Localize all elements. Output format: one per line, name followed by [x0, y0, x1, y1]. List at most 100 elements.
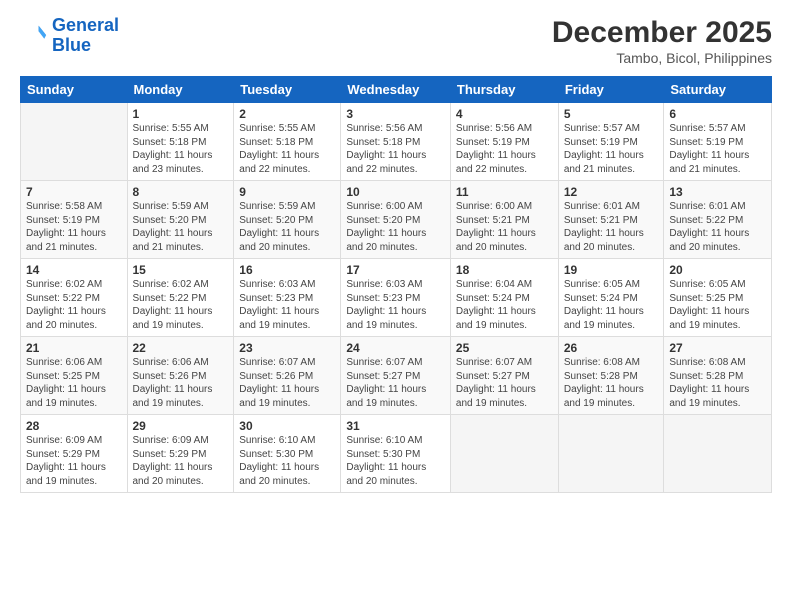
calendar-cell [558, 415, 664, 493]
logo-line2: Blue [52, 35, 91, 55]
day-info: Sunrise: 6:08 AM Sunset: 5:28 PM Dayligh… [669, 356, 766, 410]
calendar-cell: 23Sunrise: 6:07 AM Sunset: 5:26 PM Dayli… [234, 337, 341, 415]
day-number: 11 [456, 185, 553, 199]
day-info: Sunrise: 5:56 AM Sunset: 5:19 PM Dayligh… [456, 122, 553, 176]
day-number: 31 [346, 419, 445, 433]
day-number: 29 [133, 419, 229, 433]
day-info: Sunrise: 6:07 AM Sunset: 5:27 PM Dayligh… [456, 356, 553, 410]
calendar-cell: 15Sunrise: 6:02 AM Sunset: 5:22 PM Dayli… [127, 259, 234, 337]
day-info: Sunrise: 6:02 AM Sunset: 5:22 PM Dayligh… [133, 278, 229, 332]
day-info: Sunrise: 6:07 AM Sunset: 5:26 PM Dayligh… [239, 356, 335, 410]
calendar-cell: 26Sunrise: 6:08 AM Sunset: 5:28 PM Dayli… [558, 337, 664, 415]
day-info: Sunrise: 6:02 AM Sunset: 5:22 PM Dayligh… [26, 278, 122, 332]
calendar-cell: 25Sunrise: 6:07 AM Sunset: 5:27 PM Dayli… [450, 337, 558, 415]
calendar-cell: 8Sunrise: 5:59 AM Sunset: 5:20 PM Daylig… [127, 181, 234, 259]
calendar-cell: 24Sunrise: 6:07 AM Sunset: 5:27 PM Dayli… [341, 337, 451, 415]
subtitle: Tambo, Bicol, Philippines [552, 50, 772, 66]
calendar-cell: 9Sunrise: 5:59 AM Sunset: 5:20 PM Daylig… [234, 181, 341, 259]
calendar-cell: 18Sunrise: 6:04 AM Sunset: 5:24 PM Dayli… [450, 259, 558, 337]
day-number: 3 [346, 107, 445, 121]
main-title: December 2025 [552, 16, 772, 50]
day-number: 9 [239, 185, 335, 199]
day-number: 4 [456, 107, 553, 121]
calendar-cell: 1Sunrise: 5:55 AM Sunset: 5:18 PM Daylig… [127, 103, 234, 181]
calendar-cell: 22Sunrise: 6:06 AM Sunset: 5:26 PM Dayli… [127, 337, 234, 415]
calendar-cell: 5Sunrise: 5:57 AM Sunset: 5:19 PM Daylig… [558, 103, 664, 181]
weekday-header: Monday [127, 77, 234, 103]
calendar-cell: 29Sunrise: 6:09 AM Sunset: 5:29 PM Dayli… [127, 415, 234, 493]
calendar-cell [450, 415, 558, 493]
calendar-week-row: 14Sunrise: 6:02 AM Sunset: 5:22 PM Dayli… [21, 259, 772, 337]
day-number: 5 [564, 107, 659, 121]
logo: General Blue [20, 16, 119, 56]
day-number: 25 [456, 341, 553, 355]
calendar-cell: 28Sunrise: 6:09 AM Sunset: 5:29 PM Dayli… [21, 415, 128, 493]
calendar-cell: 4Sunrise: 5:56 AM Sunset: 5:19 PM Daylig… [450, 103, 558, 181]
weekday-header: Tuesday [234, 77, 341, 103]
day-number: 20 [669, 263, 766, 277]
day-info: Sunrise: 6:10 AM Sunset: 5:30 PM Dayligh… [346, 434, 445, 488]
day-number: 26 [564, 341, 659, 355]
calendar-cell: 6Sunrise: 5:57 AM Sunset: 5:19 PM Daylig… [664, 103, 772, 181]
weekday-header: Wednesday [341, 77, 451, 103]
day-number: 27 [669, 341, 766, 355]
weekday-header: Saturday [664, 77, 772, 103]
day-info: Sunrise: 6:08 AM Sunset: 5:28 PM Dayligh… [564, 356, 659, 410]
calendar-header-row: SundayMondayTuesdayWednesdayThursdayFrid… [21, 77, 772, 103]
day-number: 13 [669, 185, 766, 199]
calendar-cell: 19Sunrise: 6:05 AM Sunset: 5:24 PM Dayli… [558, 259, 664, 337]
day-number: 12 [564, 185, 659, 199]
calendar-cell: 13Sunrise: 6:01 AM Sunset: 5:22 PM Dayli… [664, 181, 772, 259]
day-info: Sunrise: 5:57 AM Sunset: 5:19 PM Dayligh… [564, 122, 659, 176]
day-info: Sunrise: 5:55 AM Sunset: 5:18 PM Dayligh… [239, 122, 335, 176]
day-info: Sunrise: 5:59 AM Sunset: 5:20 PM Dayligh… [239, 200, 335, 254]
logo-text: General Blue [52, 16, 119, 56]
weekday-header: Thursday [450, 77, 558, 103]
day-info: Sunrise: 6:01 AM Sunset: 5:21 PM Dayligh… [564, 200, 659, 254]
day-number: 16 [239, 263, 335, 277]
day-info: Sunrise: 6:00 AM Sunset: 5:21 PM Dayligh… [456, 200, 553, 254]
day-info: Sunrise: 6:07 AM Sunset: 5:27 PM Dayligh… [346, 356, 445, 410]
day-info: Sunrise: 5:55 AM Sunset: 5:18 PM Dayligh… [133, 122, 229, 176]
day-info: Sunrise: 6:09 AM Sunset: 5:29 PM Dayligh… [133, 434, 229, 488]
weekday-header: Friday [558, 77, 664, 103]
calendar-cell [664, 415, 772, 493]
day-info: Sunrise: 6:03 AM Sunset: 5:23 PM Dayligh… [239, 278, 335, 332]
title-area: December 2025 Tambo, Bicol, Philippines [552, 16, 772, 66]
calendar-cell: 3Sunrise: 5:56 AM Sunset: 5:18 PM Daylig… [341, 103, 451, 181]
day-number: 8 [133, 185, 229, 199]
day-info: Sunrise: 6:06 AM Sunset: 5:26 PM Dayligh… [133, 356, 229, 410]
calendar-cell: 30Sunrise: 6:10 AM Sunset: 5:30 PM Dayli… [234, 415, 341, 493]
day-number: 7 [26, 185, 122, 199]
calendar-table: SundayMondayTuesdayWednesdayThursdayFrid… [20, 76, 772, 493]
day-number: 6 [669, 107, 766, 121]
calendar-cell: 7Sunrise: 5:58 AM Sunset: 5:19 PM Daylig… [21, 181, 128, 259]
day-number: 18 [456, 263, 553, 277]
day-number: 30 [239, 419, 335, 433]
calendar-week-row: 28Sunrise: 6:09 AM Sunset: 5:29 PM Dayli… [21, 415, 772, 493]
day-info: Sunrise: 5:58 AM Sunset: 5:19 PM Dayligh… [26, 200, 122, 254]
day-number: 22 [133, 341, 229, 355]
calendar-cell: 2Sunrise: 5:55 AM Sunset: 5:18 PM Daylig… [234, 103, 341, 181]
page: General Blue December 2025 Tambo, Bicol,… [0, 0, 792, 612]
day-number: 14 [26, 263, 122, 277]
logo-icon [20, 22, 48, 50]
calendar-cell: 20Sunrise: 6:05 AM Sunset: 5:25 PM Dayli… [664, 259, 772, 337]
calendar-week-row: 1Sunrise: 5:55 AM Sunset: 5:18 PM Daylig… [21, 103, 772, 181]
logo-line1: General [52, 15, 119, 35]
day-number: 23 [239, 341, 335, 355]
calendar-cell [21, 103, 128, 181]
header: General Blue December 2025 Tambo, Bicol,… [20, 16, 772, 66]
day-info: Sunrise: 6:03 AM Sunset: 5:23 PM Dayligh… [346, 278, 445, 332]
calendar-cell: 12Sunrise: 6:01 AM Sunset: 5:21 PM Dayli… [558, 181, 664, 259]
day-number: 10 [346, 185, 445, 199]
calendar-cell: 11Sunrise: 6:00 AM Sunset: 5:21 PM Dayli… [450, 181, 558, 259]
calendar-cell: 21Sunrise: 6:06 AM Sunset: 5:25 PM Dayli… [21, 337, 128, 415]
calendar-cell: 10Sunrise: 6:00 AM Sunset: 5:20 PM Dayli… [341, 181, 451, 259]
day-info: Sunrise: 5:57 AM Sunset: 5:19 PM Dayligh… [669, 122, 766, 176]
day-info: Sunrise: 6:09 AM Sunset: 5:29 PM Dayligh… [26, 434, 122, 488]
day-info: Sunrise: 6:00 AM Sunset: 5:20 PM Dayligh… [346, 200, 445, 254]
calendar-cell: 31Sunrise: 6:10 AM Sunset: 5:30 PM Dayli… [341, 415, 451, 493]
day-number: 1 [133, 107, 229, 121]
day-info: Sunrise: 6:10 AM Sunset: 5:30 PM Dayligh… [239, 434, 335, 488]
